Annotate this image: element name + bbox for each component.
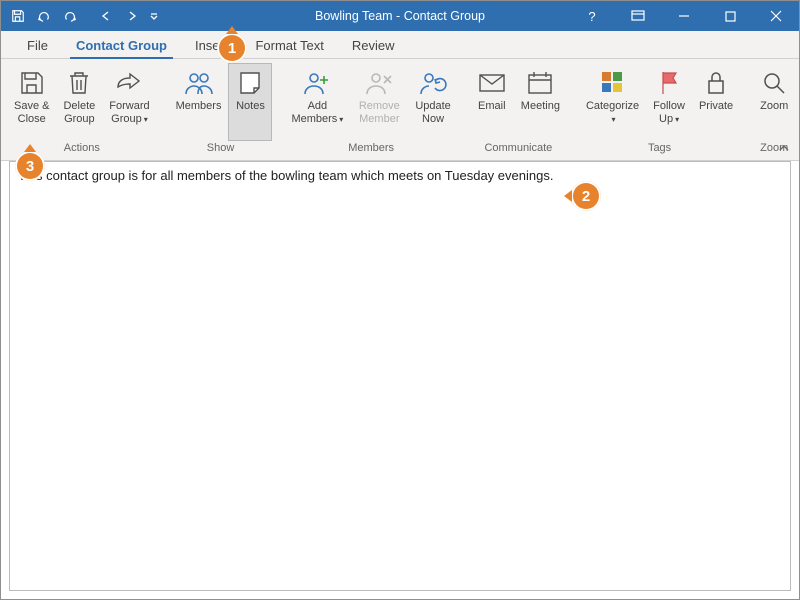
categorize-icon bbox=[598, 68, 628, 98]
private-label: Private bbox=[699, 100, 733, 113]
zoom-icon bbox=[759, 68, 789, 98]
flag-icon bbox=[654, 68, 684, 98]
window-title: Bowling Team - Contact Group bbox=[315, 9, 485, 23]
group-tags: Categorize▾ Follow Up▾ Private Tags bbox=[573, 59, 746, 160]
callout-2: 2 bbox=[571, 181, 601, 211]
qat-left-icon[interactable] bbox=[95, 5, 117, 27]
group-members: Add Members▾ Remove Member Update Now Me… bbox=[278, 59, 463, 160]
update-now-button[interactable]: Update Now bbox=[408, 63, 457, 141]
notes-button[interactable]: Notes bbox=[228, 63, 272, 141]
follow-up-button[interactable]: Follow Up▾ bbox=[646, 63, 692, 141]
notes-label: Notes bbox=[236, 100, 265, 113]
tab-contact-group[interactable]: Contact Group bbox=[62, 33, 181, 58]
delete-group-label: Delete Group bbox=[63, 100, 95, 125]
email-icon bbox=[477, 68, 507, 98]
private-button[interactable]: Private bbox=[692, 63, 740, 141]
notes-textarea[interactable]: This contact group is for all members of… bbox=[9, 161, 791, 591]
trash-icon bbox=[64, 68, 94, 98]
add-members-icon bbox=[302, 68, 332, 98]
notes-icon bbox=[235, 68, 265, 98]
tab-review[interactable]: Review bbox=[338, 33, 409, 58]
qat-right-icon[interactable] bbox=[121, 5, 143, 27]
chevron-down-icon: ▾ bbox=[612, 115, 616, 124]
update-now-icon bbox=[418, 68, 448, 98]
title-bar: Bowling Team - Contact Group ? bbox=[1, 1, 799, 31]
group-communicate-label: Communicate bbox=[470, 141, 567, 157]
remove-member-label: Remove Member bbox=[359, 100, 400, 125]
email-label: Email bbox=[478, 100, 506, 113]
remove-member-icon bbox=[364, 68, 394, 98]
maximize-icon[interactable] bbox=[707, 1, 753, 31]
collapse-ribbon-icon[interactable] bbox=[775, 140, 793, 156]
ribbon: Save & Close Delete Group Forward Group▾… bbox=[1, 59, 799, 161]
group-show: Members Notes Show bbox=[163, 59, 279, 160]
categorize-button[interactable]: Categorize▾ bbox=[579, 63, 646, 141]
forward-icon bbox=[114, 68, 144, 98]
qat-dropdown-icon[interactable] bbox=[147, 5, 161, 27]
meeting-button[interactable]: Meeting bbox=[514, 63, 567, 141]
members-icon bbox=[184, 68, 214, 98]
save-close-label: Save & Close bbox=[14, 100, 49, 125]
save-and-close-button[interactable]: Save & Close bbox=[7, 63, 56, 141]
add-members-button[interactable]: Add Members▾ bbox=[284, 63, 350, 141]
quick-access-toolbar bbox=[1, 5, 161, 27]
meeting-label: Meeting bbox=[521, 100, 560, 113]
add-members-label: Add Members▾ bbox=[291, 100, 343, 125]
window-buttons: ? bbox=[569, 1, 799, 31]
members-button[interactable]: Members bbox=[169, 63, 229, 141]
chevron-down-icon: ▾ bbox=[339, 115, 343, 124]
callout-1: 1 bbox=[217, 33, 247, 63]
callout-3: 3 bbox=[15, 151, 45, 181]
categorize-label: Categorize▾ bbox=[586, 100, 639, 125]
save-close-icon bbox=[17, 68, 47, 98]
redo-icon[interactable] bbox=[59, 5, 81, 27]
ribbon-tabs: File Contact Group Insert Format Text Re… bbox=[1, 31, 799, 59]
members-label: Members bbox=[176, 100, 222, 113]
update-now-label: Update Now bbox=[415, 100, 450, 125]
follow-up-label: Follow Up▾ bbox=[653, 100, 685, 125]
group-show-label: Show bbox=[169, 141, 273, 157]
forward-group-button[interactable]: Forward Group▾ bbox=[102, 63, 156, 141]
close-icon[interactable] bbox=[753, 1, 799, 31]
minimize-icon[interactable] bbox=[661, 1, 707, 31]
ribbon-display-icon[interactable] bbox=[615, 1, 661, 31]
zoom-label: Zoom bbox=[760, 100, 788, 113]
notes-text: This contact group is for all members of… bbox=[18, 168, 553, 183]
group-tags-label: Tags bbox=[579, 141, 740, 157]
chevron-down-icon: ▾ bbox=[144, 115, 148, 124]
save-icon[interactable] bbox=[7, 5, 29, 27]
delete-group-button[interactable]: Delete Group bbox=[56, 63, 102, 141]
help-icon[interactable]: ? bbox=[569, 1, 615, 31]
group-members-label: Members bbox=[284, 141, 457, 157]
meeting-icon bbox=[525, 68, 555, 98]
group-communicate: Email Meeting Communicate bbox=[464, 59, 573, 160]
undo-icon[interactable] bbox=[33, 5, 55, 27]
lock-icon bbox=[701, 68, 731, 98]
remove-member-button: Remove Member bbox=[350, 63, 408, 141]
tab-format-text[interactable]: Format Text bbox=[241, 33, 337, 58]
email-button[interactable]: Email bbox=[470, 63, 514, 141]
tab-file[interactable]: File bbox=[13, 33, 62, 58]
forward-group-label: Forward Group▾ bbox=[109, 100, 149, 125]
chevron-down-icon: ▾ bbox=[675, 115, 679, 124]
zoom-button[interactable]: Zoom bbox=[752, 63, 796, 141]
